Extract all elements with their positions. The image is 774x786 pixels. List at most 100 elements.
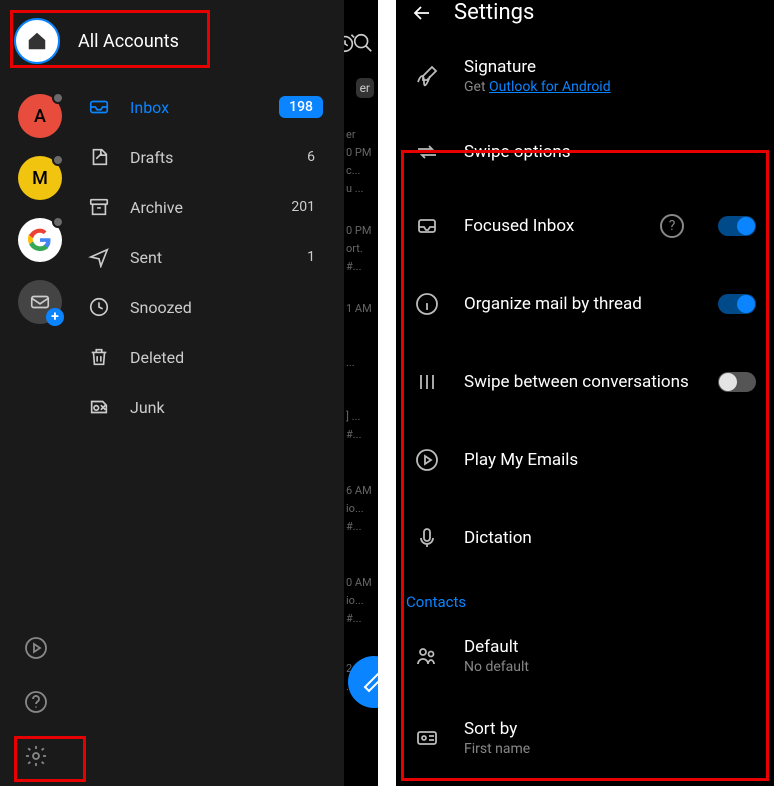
help-icon[interactable]: ? <box>660 214 684 238</box>
snoozed-icon <box>88 296 110 318</box>
folder-label: Inbox <box>130 98 259 117</box>
toggle[interactable] <box>718 372 756 392</box>
drafts-icon <box>88 146 110 168</box>
folder-count: 6 <box>299 146 323 168</box>
settings-swipe-between-conversations[interactable]: Swipe between conversations <box>396 343 774 421</box>
gear-icon[interactable] <box>24 744 48 768</box>
info-icon <box>414 291 440 317</box>
columns-icon <box>414 369 440 395</box>
folder-count: 198 <box>279 96 323 118</box>
settings-play-my-emails[interactable]: Play My Emails <box>396 421 774 499</box>
peek-fragment: ... <box>346 356 376 370</box>
folder-label: Snoozed <box>130 298 323 317</box>
folder-label: Junk <box>130 398 323 417</box>
swipe-label: Swipe options <box>464 142 756 162</box>
peek-fragment: #... <box>346 428 376 442</box>
peek-fragment: #... <box>346 260 376 274</box>
filter-chip[interactable]: er <box>356 78 374 98</box>
account-badge-1[interactable]: M <box>18 156 62 200</box>
inbox-peek: er er 0 PM c... u ... 0 PM ort. #... 1 AM... ] … <box>344 0 378 786</box>
peek-fragment: 0 PM <box>346 224 376 238</box>
settings-focused-inbox[interactable]: Focused Inbox ? <box>396 187 774 265</box>
peek-fragment: 6 AM <box>346 484 376 498</box>
sidebar: All Accounts AM + Inbox 198 Drafts 6 Arch… <box>0 0 345 786</box>
settings-label: Focused Inbox <box>464 216 636 236</box>
folder-label: Archive <box>130 198 263 217</box>
peek-fragment: 1 AM <box>346 302 376 316</box>
signature-label: Signature <box>464 57 756 77</box>
sent-icon <box>88 246 110 268</box>
peek-fragment: u ... <box>346 182 376 196</box>
settings-label: Swipe between conversations <box>464 372 694 392</box>
outlook-settings-screenshot: Settings Signature Get Outlook for Andro… <box>396 0 774 786</box>
mic-icon <box>414 525 440 551</box>
settings-signature[interactable]: Signature Get Outlook for Android <box>396 35 774 117</box>
search-icon[interactable] <box>352 32 374 54</box>
status-dot <box>52 154 64 166</box>
folder-count: 1 <box>299 246 323 268</box>
settings-label: Play My Emails <box>464 450 756 470</box>
peek-fragment: io... <box>346 502 376 516</box>
folder-label: Deleted <box>130 348 323 367</box>
contacts-label: Sort by <box>464 719 756 739</box>
deleted-icon <box>88 346 110 368</box>
google-logo-icon <box>28 228 52 252</box>
peek-fragment: io... <box>346 594 376 608</box>
folder-count: 201 <box>283 196 323 218</box>
peek-fragment: ort. <box>346 242 376 256</box>
peek-fragment: ] ... <box>346 410 376 424</box>
contacts-section-header: Contacts <box>396 577 774 615</box>
junk-icon <box>88 396 110 418</box>
sidebar-footer <box>0 628 345 786</box>
peek-fragment: c... <box>346 164 376 178</box>
status-dot <box>52 92 64 104</box>
peek-fragment: 0 PM <box>346 146 376 160</box>
folder-deleted[interactable]: Deleted <box>80 332 331 382</box>
sidebar-title: All Accounts <box>78 31 179 52</box>
signature-icon <box>414 63 440 89</box>
contacts-sub: No default <box>464 659 756 675</box>
peek-fragment: #... <box>346 520 376 534</box>
toggle[interactable] <box>718 294 756 314</box>
settings-title: Settings <box>454 0 534 25</box>
folder-drafts[interactable]: Drafts 6 <box>80 132 331 182</box>
toggle[interactable] <box>718 216 756 236</box>
folder-junk[interactable]: Junk <box>80 382 331 432</box>
contacts-sort-by[interactable]: Sort by First name <box>396 697 774 779</box>
contacts-label: Default <box>464 637 756 657</box>
home-avatar[interactable] <box>14 18 60 64</box>
account-badge-2[interactable] <box>18 218 62 262</box>
folder-label: Drafts <box>130 148 279 167</box>
focused-icon <box>414 213 440 239</box>
peek-fragment: er <box>346 128 376 142</box>
play-icon <box>414 447 440 473</box>
folder-archive[interactable]: Archive 201 <box>80 182 331 232</box>
account-badge-3[interactable]: + <box>18 280 62 324</box>
people-icon <box>414 643 440 669</box>
contacts-sub: First name <box>464 741 756 757</box>
folder-list: Inbox 198 Drafts 6 Archive 201 Sent 1 Sn… <box>80 82 345 628</box>
account-badge-0[interactable]: A <box>18 94 62 138</box>
settings-label: Dictation <box>464 528 756 548</box>
back-icon[interactable] <box>410 1 434 25</box>
play-icon[interactable] <box>24 636 48 660</box>
peek-fragment: 0 AM <box>346 576 376 590</box>
inbox-icon <box>88 96 110 118</box>
signature-sub: Get Outlook for Android <box>464 79 756 95</box>
add-account-badge[interactable]: + <box>46 308 64 326</box>
folder-sent[interactable]: Sent 1 <box>80 232 331 282</box>
folder-label: Sent <box>130 248 279 267</box>
contacts-default[interactable]: Default No default <box>396 615 774 697</box>
settings-organize-mail-by-thread[interactable]: Organize mail by thread <box>396 265 774 343</box>
archive-icon <box>88 196 110 218</box>
status-dot <box>52 216 64 228</box>
sidebar-header[interactable]: All Accounts <box>0 0 345 82</box>
folder-snoozed[interactable]: Snoozed <box>80 282 331 332</box>
folder-inbox[interactable]: Inbox 198 <box>80 82 331 132</box>
peek-fragment: #... <box>346 612 376 626</box>
settings-swipe-options[interactable]: Swipe options <box>396 117 774 187</box>
card-icon <box>414 725 440 751</box>
help-icon[interactable] <box>24 690 48 714</box>
compose-icon <box>362 670 378 694</box>
settings-dictation[interactable]: Dictation <box>396 499 774 577</box>
